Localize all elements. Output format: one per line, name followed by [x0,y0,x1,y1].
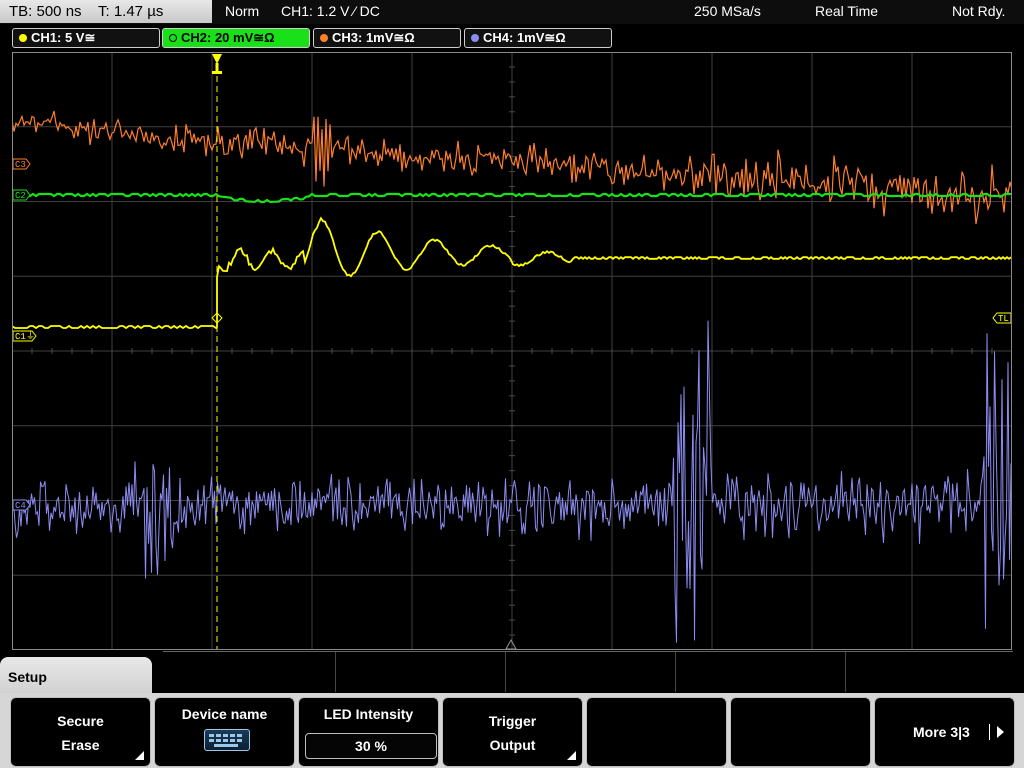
softkey-empty-6[interactable] [730,697,871,767]
sample-rate: 250 MSa/s [694,3,761,19]
strip-divider [845,652,846,692]
trigger-level-label: TL [998,314,1009,324]
zoom-strip [163,651,1013,692]
channel-tab-ch1[interactable]: CH1: 5 V≅ [12,28,160,48]
acquisition-mode[interactable]: Real Time [815,0,878,23]
ch4-marker-label: C4 [15,501,26,511]
led-intensity-value[interactable]: 30 % [305,733,437,759]
ch3-label: CH3: 1mV≅Ω [332,30,415,45]
acquisition-status: Not Rdy. [952,3,1006,19]
channel-tab-ch3[interactable]: CH3: 1mV≅Ω [313,28,461,48]
softkey-empty-5[interactable] [586,697,727,767]
softkey-label: Secure [57,713,104,729]
trigger-source[interactable]: CH1: 1.2 V ⁄ DC [281,0,380,23]
ch3-marker-label: C3 [15,160,26,170]
timebase-box[interactable]: TB: 500 ns T: 1.47 µs [0,0,212,23]
submenu-indicator-icon [135,751,144,760]
softkey-label: Output [489,737,536,753]
ch1-offset-marker[interactable]: C1 ⏚ [12,330,37,342]
strip-divider [335,652,336,692]
timebase-value: TB: 500 ns [9,3,82,20]
ch1-color-dot [19,34,27,42]
softkey-label: LED Intensity [323,706,414,722]
menu-title: Setup [8,669,47,685]
softkey-label: Erase [61,737,100,753]
more-button[interactable]: More 3|3 [874,697,1015,767]
trigger-time-value: T: 1.47 µs [98,3,164,20]
ch2-color-dot [169,34,177,42]
trigger-output-button[interactable]: Trigger Output [442,697,583,767]
strip-divider [505,652,506,692]
submenu-indicator-icon [567,751,576,760]
softkey-label: Device name [181,706,268,722]
more-separator [989,724,990,740]
ch4-color-dot [471,34,479,42]
ch1-ground-icon: ⏚ [26,331,35,342]
ch1-marker-label: C1 [15,332,26,342]
ch2-label: CH2: 20 mV≅Ω [181,30,275,45]
menu-title-tab[interactable]: Setup [0,657,152,697]
channel-tab-ch2[interactable]: CH2: 20 mV≅Ω [162,28,310,48]
keyboard-icon [204,729,250,751]
secure-erase-button[interactable]: Secure Erase [10,697,151,767]
ch1-label: CH1: 5 V≅ [31,30,96,45]
softkey-label: Trigger [488,713,537,729]
device-name-button[interactable]: Device name [154,697,295,767]
strip-divider [675,652,676,692]
led-intensity-button[interactable]: LED Intensity 30 % [298,697,439,767]
chevron-right-icon [997,726,1004,738]
ch2-marker-label: C2 [15,191,26,201]
waveform-display[interactable]: C3 C2 C1 ⏚ C4 TL [12,52,1012,650]
trigger-mode[interactable]: Norm [225,0,259,23]
ch3-color-dot [320,34,328,42]
status-bar: TB: 500 ns T: 1.47 µs Norm CH1: 1.2 V ⁄ … [0,0,1024,24]
ch4-label: CH4: 1mV≅Ω [483,30,566,45]
channel-tab-ch4[interactable]: CH4: 1mV≅Ω [464,28,612,48]
